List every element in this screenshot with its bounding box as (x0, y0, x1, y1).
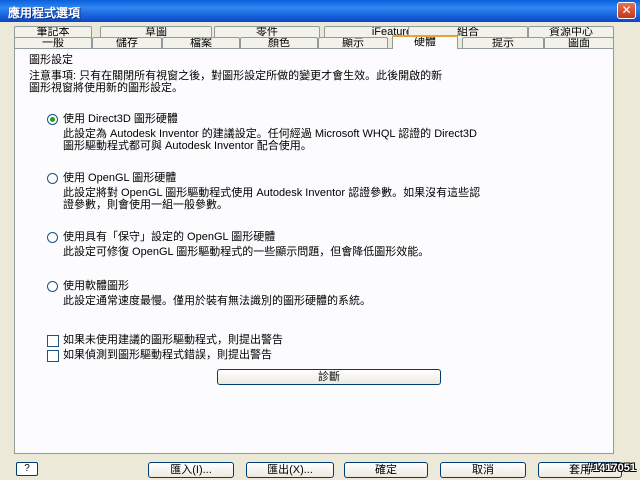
radio-software-graphics[interactable] (47, 281, 58, 292)
radio-direct3d[interactable] (47, 114, 58, 125)
title-bar: 應用程式選項 ✕ (0, 0, 640, 22)
option-direct3d-desc2: 圖形驅動程式都可與 Autodesk Inventor 配合使用。 (63, 140, 312, 152)
radio-selected-dot (50, 117, 55, 122)
radio-opengl[interactable] (47, 173, 58, 184)
option-direct3d-label[interactable]: 使用 Direct3D 圖形硬體 (63, 113, 178, 126)
watermark-text: #1417051 (587, 462, 636, 474)
hardware-panel: 圖形設定 注意事項: 只有在關閉所有視窗之後，對圖形設定所做的變更才會生效。此後… (14, 48, 614, 454)
diagnose-button[interactable]: 診斷 (217, 369, 441, 385)
radio-opengl-conservative[interactable] (47, 232, 58, 243)
option-opengl-desc2: 證參數，則會使用一組一般參數。 (63, 199, 228, 211)
checkbox-warn-unrecommended-label[interactable]: 如果未使用建議的圖形驅動程式，則提出警告 (63, 334, 283, 347)
option-conservative-desc1: 此設定可修復 OpenGL 圖形驅動程式的一些顯示問題，但會降低圖形效能。 (63, 246, 430, 258)
ok-button[interactable]: 確定 (344, 462, 428, 478)
section-heading: 圖形設定 (29, 54, 73, 66)
close-icon: ✕ (621, 3, 632, 17)
option-software-desc1: 此設定通常速度最慢。僅用於裝有無法識別的圖形硬體的系統。 (63, 295, 371, 307)
import-button[interactable]: 匯入(I)... (148, 462, 234, 478)
option-conservative-label[interactable]: 使用具有「保守」設定的 OpenGL 圖形硬體 (63, 231, 275, 244)
tab-hardware[interactable]: 硬體 (392, 35, 458, 49)
window-title: 應用程式選項 (8, 6, 81, 20)
option-software-label[interactable]: 使用軟體圖形 (63, 280, 129, 293)
help-icon: ? (24, 463, 30, 474)
checkbox-warn-error-label[interactable]: 如果偵測到圖形驅動程式錯誤，則提出警告 (63, 349, 272, 362)
checkbox-warn-unrecommended-driver[interactable] (47, 335, 59, 347)
export-button[interactable]: 匯出(X)... (246, 462, 334, 478)
help-button[interactable]: ? (16, 462, 38, 476)
cancel-button[interactable]: 取消 (440, 462, 526, 478)
note-text-line2: 圖形視窗將使用新的圖形設定。 (29, 82, 183, 94)
option-opengl-label[interactable]: 使用 OpenGL 圖形硬體 (63, 172, 176, 185)
close-button[interactable]: ✕ (617, 2, 636, 19)
checkbox-warn-driver-error[interactable] (47, 350, 59, 362)
